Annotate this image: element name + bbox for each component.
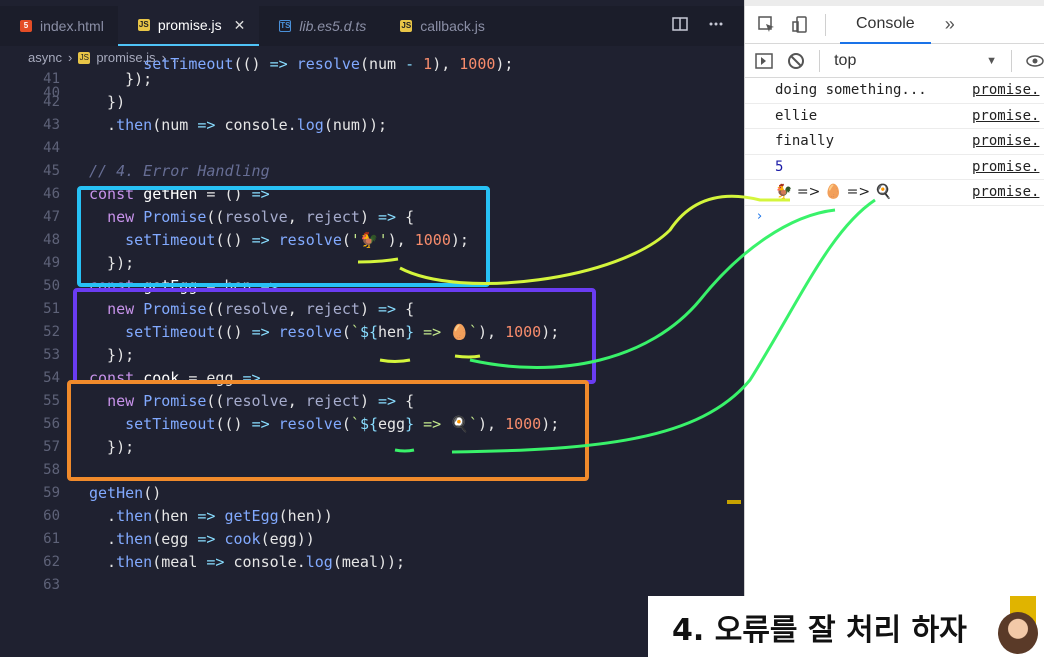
tab-label: promise.js	[157, 17, 222, 33]
tab-label: callback.js	[420, 18, 485, 34]
js-file-icon: JS	[400, 20, 413, 32]
log-message: 5	[775, 158, 784, 175]
devtools-panel: Console » top ▼ doing something... promi…	[744, 0, 1044, 657]
code-line: 62 .then(meal => console.log(meal));	[43, 553, 406, 571]
tab-label: lib.es5.d.ts	[299, 18, 367, 34]
code-line: 41 });	[43, 70, 153, 88]
code-line: 43 .then(num => console.log(num));	[43, 116, 388, 134]
more-actions-icon[interactable]	[708, 16, 724, 36]
console-prompt[interactable]: ›	[745, 206, 1044, 228]
tab-label: index.html	[40, 18, 104, 34]
code-line: 61 .then(egg => cook(egg))	[43, 530, 315, 548]
code-line: 42 })	[43, 93, 126, 111]
context-value: top	[834, 51, 857, 69]
toolbar-divider	[819, 49, 821, 72]
getegg-highlight-box	[73, 288, 596, 384]
log-source-link[interactable]: promise.	[972, 159, 1044, 175]
cook-highlight-box	[67, 380, 589, 481]
editor-tab-bar: 5 index.html JS promise.js ✕ TS lib.es5.…	[0, 6, 744, 46]
clear-console-icon[interactable]	[787, 51, 805, 71]
split-editor-icon[interactable]	[672, 16, 688, 36]
code-line: 59 getHen()	[43, 484, 162, 502]
console-log-row: finally promise.	[745, 129, 1044, 155]
tab-console[interactable]: Console	[840, 6, 931, 44]
console-log-row: 5 promise.	[745, 155, 1044, 180]
context-select[interactable]: top ▼	[834, 52, 997, 70]
tab-callback-js[interactable]: JS callback.js	[380, 6, 499, 46]
more-tabs-icon[interactable]: »	[945, 14, 955, 35]
code-line: 44	[43, 140, 60, 156]
ts-file-icon: TS	[279, 20, 292, 32]
log-source-link[interactable]: promise.	[972, 133, 1044, 149]
code-line: 60 .then(hen => getEgg(hen))	[43, 507, 333, 525]
log-message: 🐓 => 🥚 => 🍳	[775, 184, 893, 201]
tab-lib-es5[interactable]: TS lib.es5.d.ts	[259, 6, 380, 46]
avatar	[998, 612, 1038, 654]
devtools-toolbar: Console »	[745, 6, 1044, 44]
tab-promise-js[interactable]: JS promise.js ✕	[117, 6, 260, 46]
code-line: 45// 4. Error Handling	[43, 162, 270, 180]
breadcrumb-folder[interactable]: async	[28, 50, 62, 65]
gethen-highlight-box	[77, 186, 490, 287]
log-message: ellie	[775, 107, 818, 124]
inspect-element-icon[interactable]	[757, 15, 777, 35]
log-message: doing something...	[775, 82, 927, 99]
dropdown-arrow-icon: ▼	[986, 54, 997, 67]
console-log-row: ellie promise.	[745, 104, 1044, 129]
toolbar-divider	[1010, 49, 1012, 72]
html-file-icon: 5	[20, 20, 32, 32]
log-source-link[interactable]: promise.	[972, 184, 1044, 200]
console-output: doing something... promise. ellie promis…	[745, 78, 1044, 228]
js-file-icon: JS	[137, 19, 150, 31]
chevron-right-icon: ›	[67, 50, 73, 65]
console-log-row: 🐓 => 🥚 => 🍳 promise.	[745, 180, 1044, 206]
console-toolbar: top ▼	[745, 44, 1044, 78]
code-editor: 5 index.html JS promise.js ✕ TS lib.es5.…	[0, 0, 744, 657]
code-line: 63	[43, 577, 60, 593]
console-log-row: doing something... promise.	[745, 78, 1044, 104]
device-toggle-icon[interactable]	[791, 15, 811, 35]
log-source-link[interactable]: promise.	[972, 82, 1044, 98]
tab-index-html[interactable]: 5 index.html	[0, 6, 118, 46]
log-source-link[interactable]: promise.	[972, 108, 1044, 124]
eye-icon[interactable]	[1026, 51, 1044, 71]
close-icon[interactable]: ✕	[234, 17, 246, 34]
scroll-marker	[727, 500, 741, 504]
toolbar-divider	[825, 13, 826, 36]
editor-actions	[672, 16, 724, 36]
video-caption: 4. 오류를 잘 처리 하자	[648, 596, 1044, 657]
log-message: finally	[775, 133, 835, 150]
sidebar-toggle-icon[interactable]	[755, 51, 773, 71]
